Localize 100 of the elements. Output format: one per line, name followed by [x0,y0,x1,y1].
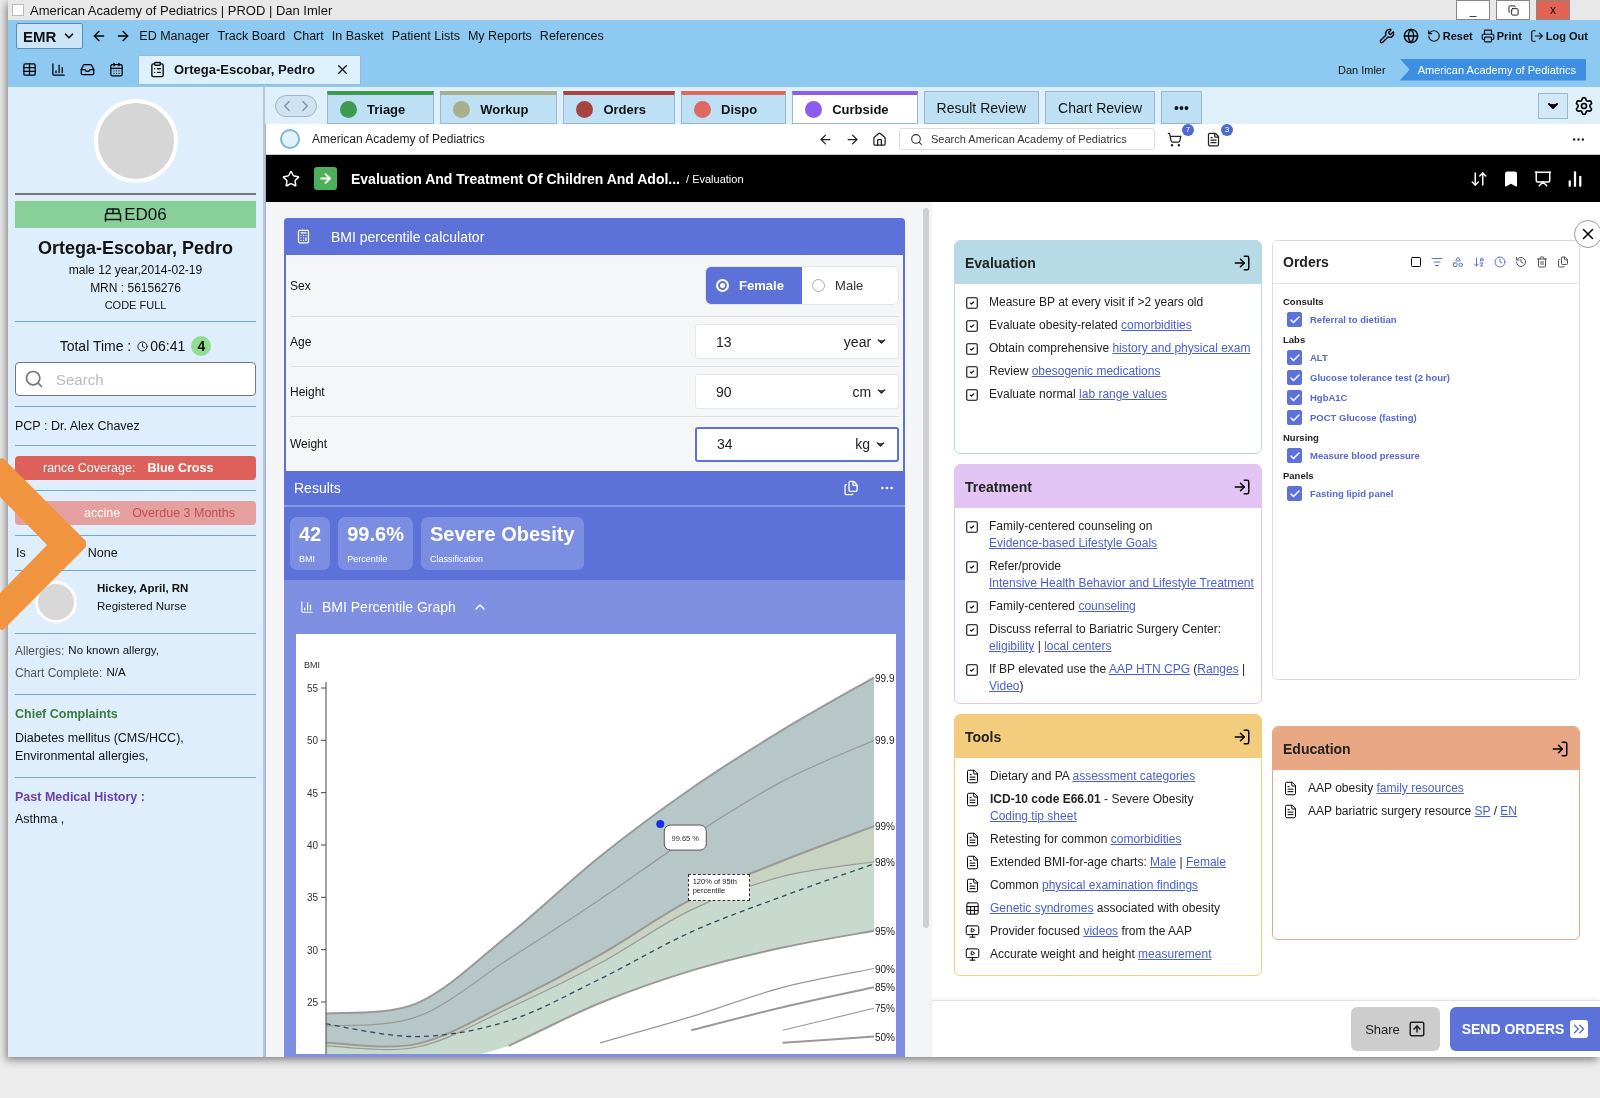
search-field[interactable]: Search [15,362,256,396]
link[interactable]: lab range values [1079,387,1168,401]
link[interactable]: comorbidities [1121,318,1192,332]
link[interactable]: Male [1150,855,1177,869]
copy-icon[interactable] [843,480,860,496]
checkbox[interactable] [1287,486,1302,501]
link[interactable]: Female [1185,855,1226,869]
input-field[interactable]: 34 kg [695,426,900,462]
checkbox[interactable] [965,520,979,534]
globe-icon[interactable] [1402,28,1419,44]
link[interactable]: local centers [1044,639,1112,653]
checkbox[interactable] [965,560,979,574]
star-icon[interactable] [282,169,300,188]
export-icon[interactable] [1233,727,1251,746]
table-icon[interactable] [22,62,37,77]
patient-tab[interactable]: Ortega-Escobar, Pedro [138,54,361,85]
link[interactable]: Genetic syndromes [990,901,1094,915]
radio-option[interactable]: Female [706,267,803,304]
shapes-icon[interactable] [1452,256,1464,268]
checkbox[interactable] [965,388,979,402]
menu-item[interactable]: Chart [293,29,324,43]
menu-item[interactable]: ED Manager [139,29,210,43]
close-button[interactable] [1574,220,1600,248]
filter-icon[interactable] [1431,256,1443,268]
more-tab[interactable]: ••• [1161,91,1202,124]
dropdown-button[interactable] [1538,92,1568,119]
copy-icon[interactable] [1557,256,1569,268]
forward-arrow-icon[interactable] [845,131,860,147]
document-icon[interactable] [1206,131,1221,147]
tab[interactable]: Triage [327,91,435,124]
link[interactable]: comorbidities [1110,832,1182,846]
menu-item[interactable]: In Basket [331,29,384,43]
history-icon[interactable] [1515,256,1527,268]
checkbox[interactable] [965,663,979,677]
checkbox[interactable] [965,319,979,333]
checkbox[interactable] [1287,370,1302,385]
restore-icon[interactable] [1507,4,1519,16]
sort-icon[interactable] [1470,169,1488,188]
link[interactable]: Coding tip sheet [990,809,1077,823]
sort-az-icon[interactable] [1473,256,1485,268]
toolbar-button[interactable]: Print [1480,29,1522,43]
delete-icon[interactable] [1536,256,1548,268]
checkbox[interactable] [965,342,979,356]
link[interactable]: obesogenic medications [1031,364,1161,378]
link[interactable]: physical examination findings [1042,878,1199,892]
toolbar-button[interactable]: Log Out [1529,29,1588,43]
checkbox[interactable] [965,365,979,379]
checkbox[interactable] [965,623,979,637]
tab[interactable]: Dispo [681,91,787,124]
tab[interactable]: Curbside [792,91,918,124]
share-button[interactable]: Share [1351,1007,1440,1051]
bar-chart-icon[interactable] [1566,169,1584,188]
bookmark-icon[interactable] [1502,169,1520,188]
presentation-icon[interactable] [1534,169,1552,188]
link[interactable]: Video [989,679,1020,693]
reset-icon[interactable] [1426,29,1441,43]
link[interactable]: history and physical exam [1112,341,1251,355]
close-button[interactable]: x [1536,0,1570,20]
link[interactable]: Ranges [1197,662,1239,676]
export-icon[interactable] [1551,739,1569,758]
link[interactable]: eligibility [989,639,1035,653]
inbox-icon[interactable] [80,62,95,77]
menu-item[interactable]: Patient Lists [391,29,460,43]
tab[interactable]: Orders [563,91,676,124]
wrench-icon[interactable] [1378,28,1395,44]
link[interactable]: family resources [1376,781,1464,795]
export-icon[interactable] [1233,477,1251,496]
logout-icon[interactable] [1529,29,1544,43]
tab[interactable]: Result Review [923,91,1040,124]
tab[interactable]: Workup [440,91,558,124]
menu-item[interactable]: References [539,29,604,43]
send-orders-button[interactable]: SEND ORDERS [1450,1007,1600,1051]
link[interactable]: AAP HTN CPG [1108,662,1190,676]
cart-icon[interactable] [1167,131,1182,147]
checkbox[interactable] [965,600,979,614]
bar-chart-icon[interactable] [51,62,66,77]
minimize-button[interactable]: _ [1456,0,1490,20]
link[interactable]: Evidence-based Lifestyle Goals [989,536,1158,550]
input-field[interactable]: 90 cm [695,374,900,409]
search-field[interactable]: Search American Academy of Pediatrics [899,128,1155,150]
breadcrumb-link[interactable]: American Academy of Pediatrics [1399,58,1586,81]
maximize-button[interactable] [1496,0,1530,20]
search-input[interactable]: Search [54,369,234,389]
checkbox[interactable] [1287,312,1302,327]
input-field[interactable]: 13 year [695,324,900,359]
home-icon[interactable] [872,131,887,147]
link[interactable]: SP [1474,804,1491,818]
checkbox[interactable] [965,296,979,310]
link[interactable]: measurement [1138,947,1212,961]
settings-icon[interactable] [1574,95,1594,116]
checkbox[interactable] [1287,390,1302,405]
export-icon[interactable] [1233,253,1251,272]
link[interactable]: videos [1083,924,1119,938]
checkbox[interactable] [1287,350,1302,365]
link[interactable]: counseling [1078,599,1136,613]
link[interactable]: Intensive Health Behavior and Lifestyle Treatment [989,576,1254,590]
menu-item[interactable]: My Reports [467,29,532,43]
calendar-icon[interactable] [109,62,124,77]
tab[interactable]: Chart Review [1045,91,1156,124]
menu-item[interactable]: Track Board [217,29,286,43]
